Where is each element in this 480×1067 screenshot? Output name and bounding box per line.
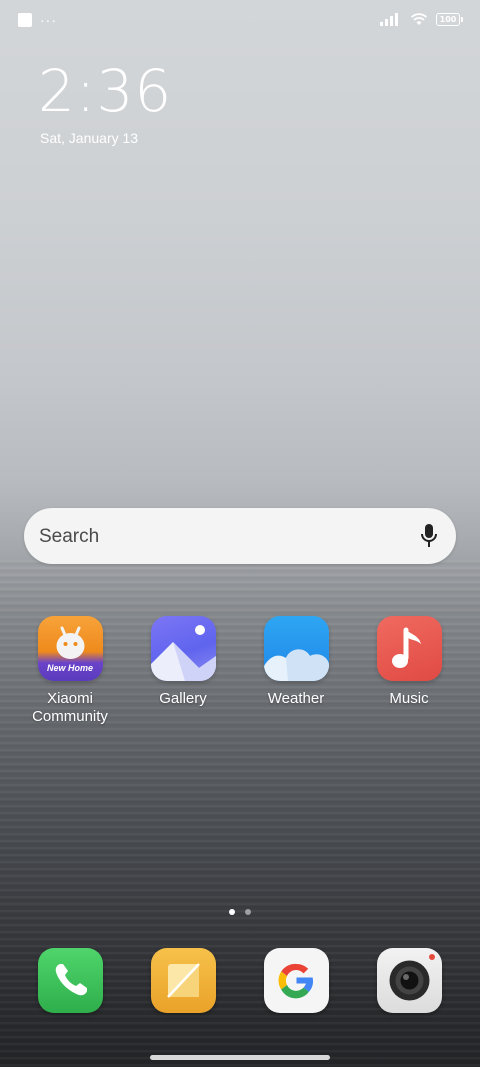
app-xiaomi-community[interactable]: New Home Xiaomi Community — [15, 616, 125, 726]
app-label: Weather — [267, 690, 325, 707]
new-home-badge: New Home — [46, 663, 93, 673]
search-bar[interactable]: Search — [24, 508, 456, 564]
app-label: Xiaomi Community — [15, 690, 125, 726]
dock-notes[interactable] — [151, 948, 216, 1013]
weather-icon — [263, 616, 329, 681]
app-music[interactable]: Music — [354, 616, 464, 708]
app-label-line2: Community — [32, 708, 108, 725]
clock-widget-date[interactable]: Sat, January 13 — [40, 130, 138, 146]
clock-widget-time[interactable]: 2:36 — [38, 56, 172, 126]
status-bar: ··· 100 — [0, 0, 480, 40]
xiaomi-community-icon: New Home — [37, 616, 103, 681]
app-gallery[interactable]: Gallery — [128, 616, 238, 708]
search-placeholder: Search — [39, 526, 100, 547]
dock-phone[interactable] — [38, 948, 103, 1013]
notes-icon — [167, 963, 200, 998]
google-icon — [278, 963, 313, 999]
phone-icon — [55, 964, 87, 996]
page-dot-active — [229, 909, 235, 915]
app-label-line1: Xiaomi — [47, 690, 93, 707]
dock-google[interactable] — [264, 948, 329, 1013]
app-label: Music — [389, 690, 429, 707]
battery-icon: 100 — [436, 12, 463, 26]
app-weather[interactable]: Weather — [241, 616, 351, 708]
overflow-dots: ··· — [40, 12, 57, 28]
home-gesture-bar[interactable] — [150, 1055, 330, 1060]
status-left: ··· — [18, 13, 57, 27]
signal-icon — [380, 13, 398, 26]
wifi-icon — [410, 13, 428, 25]
page-indicator — [229, 909, 251, 915]
dock-camera[interactable] — [377, 948, 442, 1013]
gallery-icon — [150, 616, 216, 681]
camera-icon — [389, 954, 435, 1001]
app-label: Gallery — [159, 690, 207, 707]
page-dot — [245, 909, 251, 915]
music-icon — [376, 616, 442, 681]
status-right: 100 — [380, 12, 463, 26]
mic-icon[interactable] — [420, 523, 438, 549]
notification-square-icon — [18, 13, 32, 27]
